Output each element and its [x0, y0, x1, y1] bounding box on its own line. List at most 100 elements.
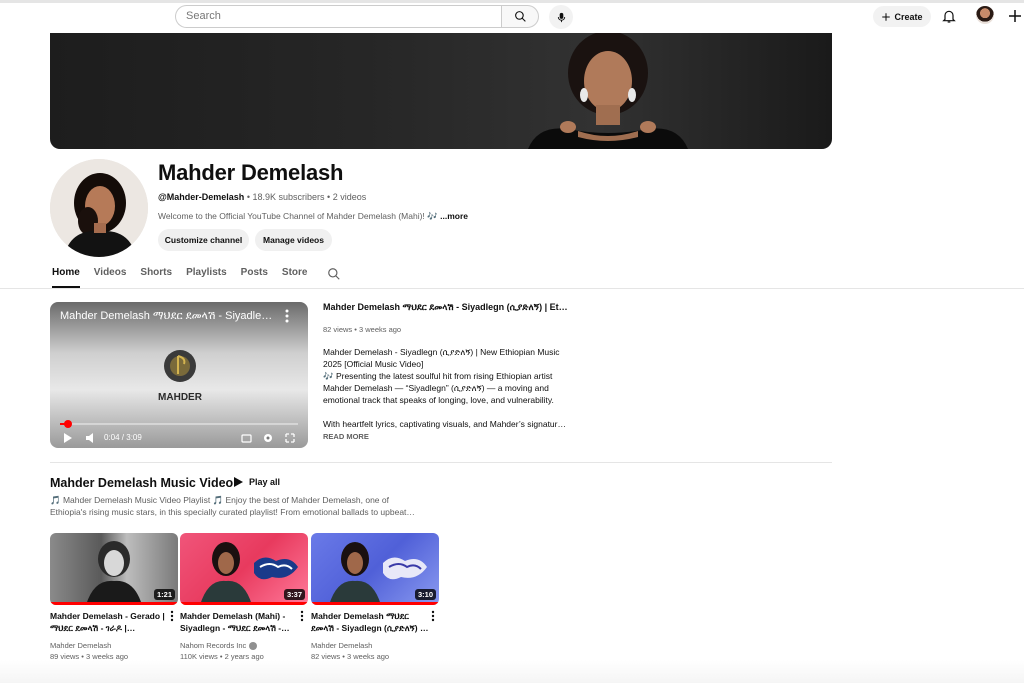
channel-handle[interactable]: @Mahder-Demelash	[158, 192, 244, 202]
video-title-line: Siyadlegn - ማህደር ደመላሽ -…	[180, 623, 290, 633]
video-card[interactable]: 3:10 Mahder Demelash ማህደር ደመላሽ - Siyadle…	[311, 533, 439, 661]
customize-channel-button[interactable]: Customize channel	[158, 229, 249, 251]
featured-video-player[interactable]: Mahder Demelash ማህደር ደመላሽ - Siyadle… MAH…	[50, 302, 308, 448]
more-vert-icon[interactable]	[429, 610, 437, 622]
channel-description[interactable]: Welcome to the Official YouTube Channel …	[158, 211, 468, 222]
banner-portrait	[528, 33, 688, 149]
description-line: emotional track that speaks of longing, …	[323, 395, 554, 405]
video-channel[interactable]: Mahder Demelash	[50, 641, 111, 650]
player-time: 0:04 / 3:09	[104, 433, 142, 442]
video-channel[interactable]: Nahom Records Inc	[180, 641, 258, 650]
description-line: 2025 [Official Music Video]	[323, 359, 424, 369]
featured-video-title[interactable]: Mahder Demelash ማህደር ደመላሽ - Siyadlegn (ሲ…	[323, 302, 573, 313]
play-icon[interactable]	[64, 433, 72, 443]
progress-bar[interactable]	[60, 420, 298, 428]
play-all-button[interactable]: Play all	[234, 477, 280, 487]
channel-banner	[50, 33, 832, 149]
more-link[interactable]: ...more	[440, 211, 468, 221]
video-title[interactable]: Mahder Demelash - Gerado | ማህደር ደመላሽ - ገ…	[50, 610, 168, 634]
description-line	[323, 406, 571, 418]
video-thumbnail[interactable]: 3:10	[311, 533, 439, 605]
playlist-title[interactable]: Mahder Demelash Music Video	[50, 476, 233, 490]
bell-icon[interactable]	[941, 8, 957, 24]
manage-videos-button[interactable]: Manage videos	[255, 229, 332, 251]
watch-progress-bar	[311, 602, 439, 605]
more-vert-icon[interactable]	[282, 309, 292, 323]
verified-badge-icon	[249, 641, 258, 650]
video-title-line: ደመላሽ - Siyadlegn (ሲያድለኝ) …	[311, 623, 429, 633]
section-divider	[50, 462, 832, 463]
tab-shorts[interactable]: Shorts	[140, 262, 172, 288]
tabs-divider	[0, 288, 1024, 289]
video-channel[interactable]: Mahder Demelash	[311, 641, 372, 650]
search-button[interactable]	[501, 5, 539, 28]
description-line: Mahder Demelash — “Siyadlegn” (ሲያድለኝ) — …	[323, 383, 549, 393]
top-divider	[0, 0, 1024, 3]
volume-icon[interactable]	[86, 433, 93, 443]
search-input[interactable]: Search	[175, 5, 501, 28]
video-title[interactable]: Mahder Demelash ማህደር ደመላሽ - Siyadlegn (ሲ…	[311, 610, 429, 634]
video-thumbnail[interactable]: 3:37	[180, 533, 308, 605]
video-title[interactable]: Mahder Demelash (Mahi) - Siyadlegn - ማህደ…	[180, 610, 298, 634]
video-duration: 3:37	[283, 589, 305, 600]
top-bar: Search Create	[0, 0, 1024, 33]
featured-video-description: Mahder Demelash - Siyadlegn (ሲያድለኝ) | Ne…	[323, 346, 571, 430]
tab-playlists[interactable]: Playlists	[186, 262, 227, 288]
logo-text: MAHDER	[158, 392, 203, 403]
video-card[interactable]: 1:21 Mahder Demelash - Gerado | ማህደር ደመላ…	[50, 533, 178, 661]
channel-tabs: Home Videos Shorts Playlists Posts Store	[52, 262, 321, 288]
progress-scrubber[interactable]	[64, 420, 72, 428]
video-title-line: ማህደር ደመላሽ - ገራዶ |…	[50, 623, 136, 633]
subscriber-count: 18.9K subscribers	[252, 192, 325, 202]
play-all-label: Play all	[249, 477, 281, 487]
video-count: 2 videos	[332, 192, 367, 202]
channel-avatar[interactable]	[50, 159, 148, 257]
more-vert-icon[interactable]	[298, 610, 306, 622]
video-title-line: Mahder Demelash ማህደር	[311, 611, 410, 621]
video-title-line: Mahder Demelash - Gerado |	[50, 611, 165, 621]
tab-store[interactable]: Store	[282, 262, 308, 288]
tab-posts[interactable]: Posts	[241, 262, 268, 288]
artist-logo: MAHDER	[158, 350, 203, 403]
description-line: With heartfelt lyrics, captivating visua…	[323, 419, 566, 429]
playlist-description: 🎵 Mahder Demelash Music Video Playlist 🎵…	[50, 494, 430, 518]
play-icon	[234, 477, 243, 487]
channel-name-text: Mahder Demelash	[311, 641, 373, 650]
video-title-line: Mahder Demelash (Mahi) -	[180, 611, 286, 621]
watch-progress-bar	[180, 602, 308, 605]
channel-name-text: Mahder Demelash	[50, 641, 112, 650]
search-icon[interactable]	[327, 267, 341, 281]
voice-search-button[interactable]	[549, 5, 573, 29]
video-card[interactable]: 3:37 Mahder Demelash (Mahi) - Siyadlegn …	[180, 533, 308, 661]
bottom-fade	[0, 660, 1024, 683]
create-label: Create	[894, 11, 923, 22]
video-thumbnail[interactable]: 1:21	[50, 533, 178, 605]
player-title[interactable]: Mahder Demelash ማህደር ደመላሽ - Siyadle…	[60, 310, 275, 323]
player-controls	[64, 433, 295, 443]
read-more-link[interactable]: READ MORE	[323, 432, 369, 441]
create-button[interactable]: Create	[873, 6, 931, 27]
mic-icon	[557, 12, 565, 22]
channel-meta: @Mahder-Demelash • 18.9K subscribers • 2…	[158, 192, 366, 202]
description-line: 🎶 Presenting the latest soulful hit from…	[323, 371, 553, 381]
tab-videos[interactable]: Videos	[94, 262, 127, 288]
tab-home[interactable]: Home	[52, 262, 80, 288]
captions-icon[interactable]	[241, 434, 252, 443]
channel-avatar-image	[50, 159, 148, 257]
channel-description-text: Welcome to the Official YouTube Channel …	[158, 211, 438, 221]
video-duration: 3:10	[414, 589, 436, 600]
account-avatar[interactable]	[976, 6, 994, 24]
channel-name-text: Nahom Records Inc	[180, 641, 247, 650]
channel-name: Mahder Demelash	[158, 160, 344, 185]
fullscreen-icon[interactable]	[285, 433, 295, 443]
plus-icon	[882, 12, 891, 21]
description-line: Ethiopia's rising music stars, in this s…	[50, 507, 415, 517]
plus-icon[interactable]	[1006, 7, 1024, 25]
description-line: 🎵 Mahder Demelash Music Video Playlist 🎵…	[50, 495, 389, 505]
description-line: Mahder Demelash - Siyadlegn (ሲያድለኝ) | Ne…	[323, 347, 560, 357]
watch-progress-bar	[50, 602, 178, 605]
video-duration: 1:21	[153, 589, 175, 600]
featured-video-meta: 82 views • 3 weeks ago	[323, 325, 402, 334]
more-vert-icon[interactable]	[168, 610, 176, 622]
search-icon	[514, 11, 526, 22]
